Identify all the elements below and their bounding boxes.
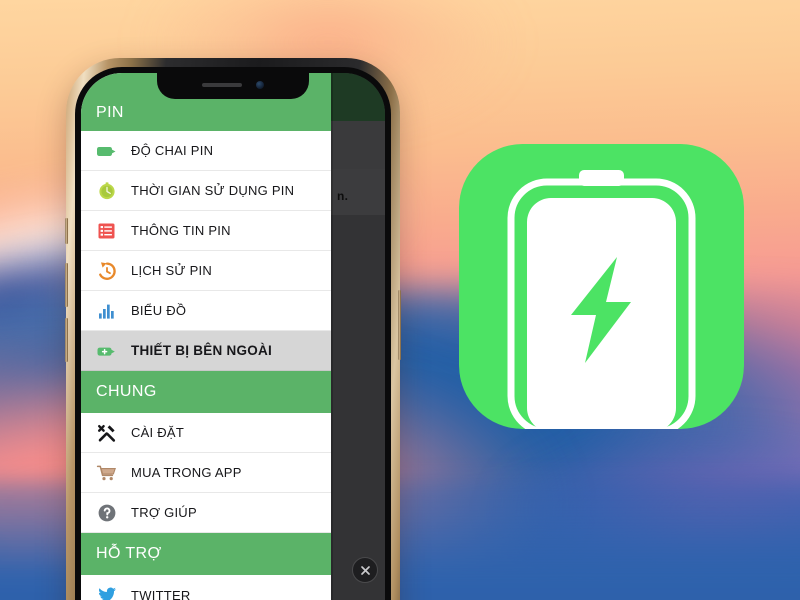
notch bbox=[157, 73, 309, 99]
menu-item-label: THỜI GIAN SỬ DỤNG PIN bbox=[131, 183, 295, 198]
question-mark-icon bbox=[96, 502, 118, 524]
list-info-icon bbox=[98, 223, 115, 238]
dim-text-fragment: n. bbox=[337, 189, 349, 203]
front-camera-icon bbox=[256, 81, 264, 89]
menu-item-twitter-bird[interactable]: TWITTER bbox=[81, 575, 331, 600]
stopwatch-icon bbox=[99, 181, 115, 199]
section-header-chung: CHUNG bbox=[81, 371, 331, 413]
screenshot-stage: n. PIN ĐỘ CHAI PIN THỜI GIAN SỬ DỤNG PIN TH… bbox=[0, 0, 800, 600]
bar-chart-icon bbox=[99, 304, 114, 319]
external-battery-icon bbox=[97, 347, 115, 356]
side-drawer-menu: PIN ĐỘ CHAI PIN THỜI GIAN SỬ DỤNG PIN THÔNG… bbox=[81, 73, 331, 600]
menu-item-stopwatch[interactable]: THỜI GIAN SỬ DỤNG PIN bbox=[81, 171, 331, 211]
history-icon bbox=[99, 261, 116, 280]
tools-icon bbox=[96, 422, 118, 444]
earpiece-speaker-icon bbox=[202, 83, 242, 87]
twitter-bird-icon bbox=[98, 587, 116, 600]
history-icon bbox=[96, 260, 118, 282]
power-button[interactable] bbox=[398, 290, 401, 360]
battery-icon bbox=[97, 146, 116, 156]
close-button[interactable] bbox=[352, 557, 378, 583]
phone-screen: n. PIN ĐỘ CHAI PIN THỜI GIAN SỬ DỤNG PIN TH… bbox=[81, 73, 385, 600]
drawer-edge-shadow bbox=[331, 73, 333, 600]
close-icon bbox=[360, 565, 370, 575]
app-icon[interactable] bbox=[459, 144, 744, 429]
menu-item-label: CÀI ĐẶT bbox=[131, 425, 185, 440]
menu-item-external-battery[interactable]: THIẾT BỊ BÊN NGOÀI bbox=[81, 331, 331, 371]
menu-item-list-info[interactable]: THÔNG TIN PIN bbox=[81, 211, 331, 251]
battery-charging-app-icon bbox=[459, 144, 744, 429]
volume-down-button[interactable] bbox=[65, 318, 68, 362]
menu-item-label: BIỂU ĐỒ bbox=[131, 303, 187, 318]
menu-item-label: TWITTER bbox=[131, 587, 191, 600]
menu-item-label: MUA TRONG APP bbox=[131, 465, 242, 480]
menu-item-shopping-cart[interactable]: MUA TRONG APP bbox=[81, 453, 331, 493]
menu-item-label: TRỢ GIÚP bbox=[131, 505, 197, 520]
battery-icon bbox=[96, 140, 118, 162]
shopping-cart-icon bbox=[96, 465, 116, 480]
menu-item-bar-chart[interactable]: BIỂU ĐỒ bbox=[81, 291, 331, 331]
menu-item-history[interactable]: LỊCH SỬ PIN bbox=[81, 251, 331, 291]
twitter-bird-icon bbox=[96, 584, 118, 600]
menu-item-tools[interactable]: CÀI ĐẶT bbox=[81, 413, 331, 453]
iphone-mockup: n. PIN ĐỘ CHAI PIN THỜI GIAN SỬ DỤNG PIN TH… bbox=[65, 58, 401, 600]
menu-item-label: ĐỘ CHAI PIN bbox=[131, 143, 214, 158]
section-header-hỗ-trợ: HỖ TRỢ bbox=[81, 533, 331, 575]
tools-icon bbox=[98, 424, 116, 442]
mute-switch[interactable] bbox=[65, 218, 68, 244]
question-mark-icon bbox=[98, 504, 116, 521]
volume-up-button[interactable] bbox=[65, 263, 68, 307]
menu-item-label: LỊCH SỬ PIN bbox=[131, 263, 213, 278]
stopwatch-icon bbox=[96, 180, 118, 202]
bar-chart-icon bbox=[96, 300, 118, 322]
list-info-icon bbox=[96, 220, 118, 242]
menu-item-question-mark[interactable]: TRỢ GIÚP bbox=[81, 493, 331, 533]
external-battery-icon bbox=[96, 340, 118, 362]
menu-item-label: THÔNG TIN PIN bbox=[131, 223, 231, 238]
menu-item-label: THIẾT BỊ BÊN NGOÀI bbox=[131, 343, 273, 358]
menu-item-battery[interactable]: ĐỘ CHAI PIN bbox=[81, 131, 331, 171]
shopping-cart-icon bbox=[96, 462, 118, 484]
